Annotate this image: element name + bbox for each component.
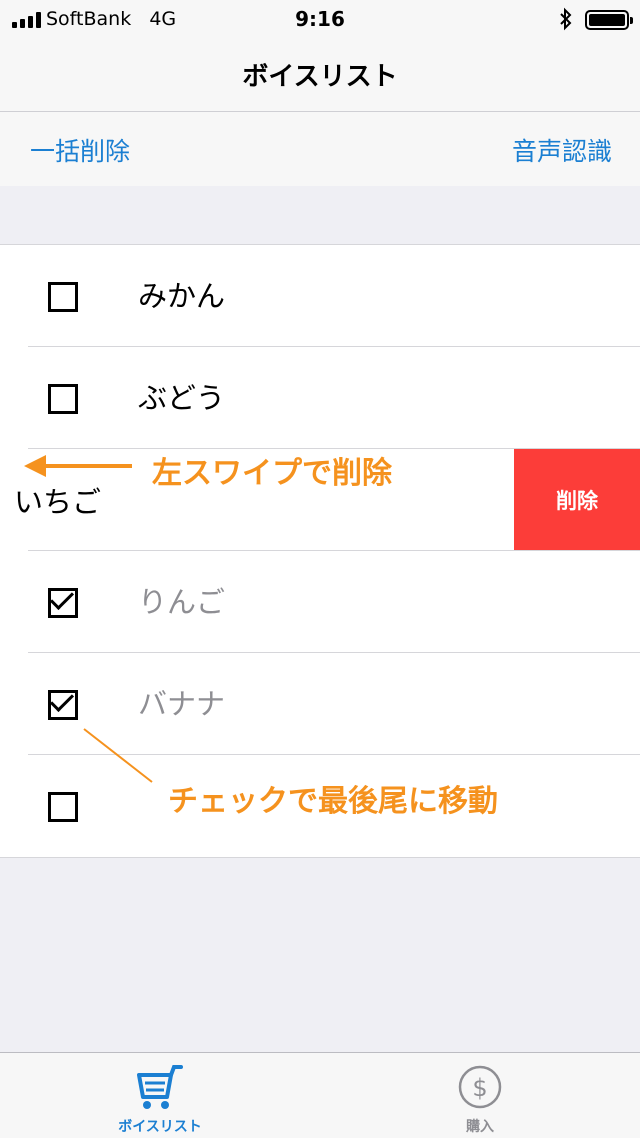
swipe-arrow-head (24, 455, 46, 477)
tab-voice-list[interactable]: ボイスリスト (60, 1053, 260, 1138)
tab-label: ボイスリスト (118, 1119, 202, 1135)
tab-purchase[interactable]: $ 購入 (380, 1053, 580, 1138)
annotation-arrows (24, 455, 153, 783)
dollar-coin-icon: $ (458, 1065, 502, 1109)
check-pointer-line (83, 728, 153, 783)
swipe-annotation: 左スワイプで削除 (152, 456, 392, 491)
tab-bar: ボイスリスト $ 購入 (0, 1052, 640, 1138)
cart-icon (137, 1065, 183, 1109)
svg-text:$: $ (472, 1074, 487, 1102)
tab-label: 購入 (466, 1119, 494, 1135)
check-annotation: チェックで最後尾に移動 (168, 784, 498, 819)
